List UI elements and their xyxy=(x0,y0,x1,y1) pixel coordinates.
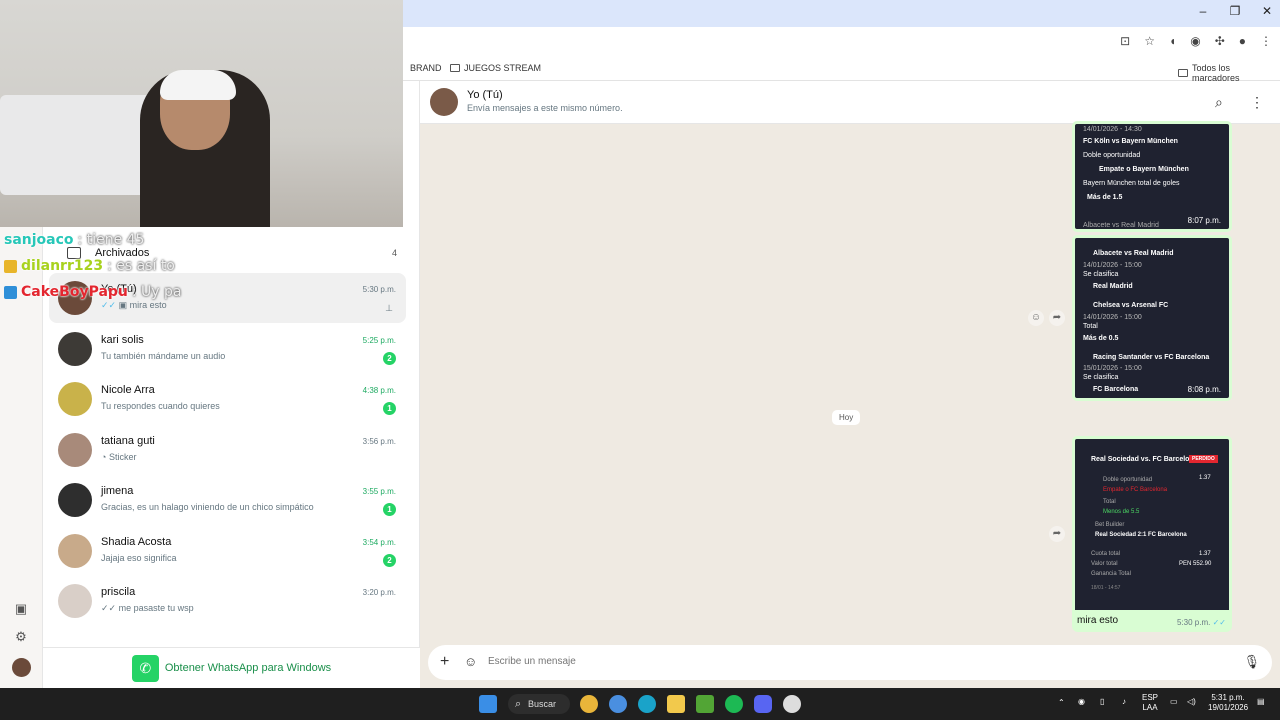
volume-icon[interactable]: ◁) xyxy=(1187,697,1196,707)
message-composer: + ☺ 🎙 xyxy=(428,645,1272,680)
settings-gear-icon[interactable]: ⚙ xyxy=(13,629,29,645)
extension-icon[interactable]: ◉ xyxy=(1190,34,1200,48)
bet-slip-image-1[interactable]: 14/01/2026 - 14:30 FC Köln vs Bayern Mün… xyxy=(1072,121,1232,232)
bookmark-juegos-stream[interactable]: JUEGOS STREAM xyxy=(450,63,541,73)
window-controls: – ❐ ✕ xyxy=(1196,4,1274,18)
avatar xyxy=(58,433,92,467)
pin-icon: ⊥ xyxy=(385,303,393,313)
double-check-icon: ✓✓ xyxy=(1212,618,1226,627)
menu-dots-icon[interactable]: ⋮ xyxy=(1260,34,1272,48)
menu-dots-icon[interactable]: ⋮ xyxy=(1250,94,1264,111)
forward-icon[interactable]: ➦ xyxy=(1049,526,1065,542)
webcam-cap xyxy=(160,70,236,100)
unread-badge: 2 xyxy=(383,352,396,365)
media-icon[interactable]: ▣ xyxy=(13,601,29,617)
discord-icon[interactable] xyxy=(754,695,772,713)
webcam-overlay xyxy=(0,0,403,227)
sticker-emoji-icon[interactable]: ☺ xyxy=(464,654,477,669)
language-indicator[interactable]: ESP LAA xyxy=(1142,693,1158,713)
chat-item-nicole-arra[interactable]: Nicole Arra Tu respondes cuando quieres … xyxy=(49,374,406,424)
forward-icon[interactable]: ➦ xyxy=(1049,310,1065,326)
contact-avatar[interactable] xyxy=(430,88,458,116)
chat-item-jimena[interactable]: jimena Gracias, es un halago viniendo de… xyxy=(49,475,406,525)
unread-badge: 1 xyxy=(383,503,396,516)
restore-icon[interactable]: ❐ xyxy=(1228,4,1242,18)
tray-app-icon[interactable]: ◉ xyxy=(1078,697,1085,707)
avatar xyxy=(58,332,92,366)
puzzle-icon[interactable]: ✣ xyxy=(1215,34,1225,48)
chat-item-priscila[interactable]: priscila ✓✓ me pasaste tu wsp 3:20 p.m. xyxy=(49,576,406,626)
minecraft-icon[interactable] xyxy=(696,695,714,713)
edge-icon[interactable] xyxy=(638,695,656,713)
avatar xyxy=(58,534,92,568)
minimize-icon[interactable]: – xyxy=(1196,4,1210,18)
stream-chat-message: sanjoaco : tiene 45 xyxy=(4,232,145,248)
bet-slip-image-3[interactable]: Real Sociedad vs. FC Barcelona PERDIDO D… xyxy=(1072,436,1232,610)
profile-avatar[interactable] xyxy=(12,658,31,677)
get-whatsapp-windows-link[interactable]: ✆ Obtener WhatsApp para Windows xyxy=(43,647,420,688)
windows-taskbar: Buscar ⌃ ◉ ▯ ♪ ESP LAA ▭ ◁) 5:31 p.m. 19… xyxy=(0,688,1280,720)
image-icon: ▣ xyxy=(118,300,128,310)
taskbar-search[interactable]: Buscar xyxy=(508,694,570,714)
folder-icon xyxy=(450,64,460,72)
toolbar-icons: ⊡ ☆ ◖ ◉ ✣ ● ⋮ xyxy=(1120,34,1272,48)
chevron-up-icon[interactable]: ⌃ xyxy=(1058,698,1065,708)
chrome-profile-icon[interactable] xyxy=(609,695,627,713)
folder-icon xyxy=(1178,69,1188,77)
chat-item-shadia-acosta[interactable]: Shadia Acosta Jajaja eso significa 3:54 … xyxy=(49,526,406,576)
sword-badge-icon xyxy=(4,285,17,299)
chat-item-kari-solis[interactable]: kari solis Tu también mándame un audio 5… xyxy=(49,324,406,374)
crown-badge-icon xyxy=(4,259,17,273)
emoji-react-icon[interactable]: ☺ xyxy=(1028,310,1044,326)
bookmark-brand[interactable]: BRAND xyxy=(410,63,442,73)
network-icon[interactable]: ▭ xyxy=(1170,697,1178,707)
unread-badge: 1 xyxy=(383,402,396,415)
chrome-icon[interactable] xyxy=(580,695,598,713)
attach-plus-icon[interactable]: + xyxy=(440,653,449,671)
windows-start-icon[interactable] xyxy=(479,695,497,713)
close-icon[interactable]: ✕ xyxy=(1260,4,1274,18)
message-input[interactable] xyxy=(488,656,1188,667)
usb-icon[interactable]: ▯ xyxy=(1100,697,1104,707)
chat-item-tatiana-guti[interactable]: tatiana guti ◔ Sticker 3:56 p.m. xyxy=(49,425,406,475)
double-check-icon: ✓✓ xyxy=(101,603,117,613)
whatsapp-logo-icon: ✆ xyxy=(131,654,159,682)
search-icon[interactable]: ⌕ xyxy=(1215,94,1223,111)
all-bookmarks[interactable]: Todos los marcadores xyxy=(1178,63,1280,83)
conversation-pane: Yo (Tú) Envía mensajes a este mismo núme… xyxy=(420,81,1280,688)
conversation-header[interactable]: Yo (Tú) Envía mensajes a este mismo núme… xyxy=(420,81,1280,124)
stream-chat-message: CakeBoyPapu : Uy pa xyxy=(4,284,182,300)
double-check-icon: ✓✓ xyxy=(101,300,117,310)
unread-badge: 2 xyxy=(383,554,396,567)
notification-icon[interactable]: ▤ xyxy=(1257,697,1265,707)
obs-icon[interactable] xyxy=(783,695,801,713)
file-explorer-icon[interactable] xyxy=(667,695,685,713)
avatar xyxy=(58,483,92,517)
mic-icon[interactable]: ♪ xyxy=(1122,697,1126,707)
install-app-icon[interactable]: ⊡ xyxy=(1120,34,1130,48)
bet-slip-image-2[interactable]: Albacete vs Real Madrid 14/01/2026 - 15:… xyxy=(1072,235,1232,401)
avatar xyxy=(58,382,92,416)
message-bubble-out[interactable]: mira esto 5:30 p.m. ✓✓ xyxy=(1072,610,1232,632)
extension-icon[interactable]: ◖ xyxy=(1169,34,1176,48)
bookmark-star-icon[interactable]: ☆ xyxy=(1144,34,1155,48)
clock[interactable]: 5:31 p.m. 19/01/2026 xyxy=(1208,693,1248,713)
day-separator: Hoy xyxy=(832,410,861,425)
spotify-icon[interactable] xyxy=(725,695,743,713)
sticker-icon: ◔ xyxy=(101,452,107,462)
stream-chat-message: dilanrr123 : es así to xyxy=(4,258,175,274)
profile-icon[interactable]: ● xyxy=(1239,34,1246,48)
avatar xyxy=(58,584,92,618)
microphone-icon[interactable]: 🎙 xyxy=(1243,654,1260,670)
